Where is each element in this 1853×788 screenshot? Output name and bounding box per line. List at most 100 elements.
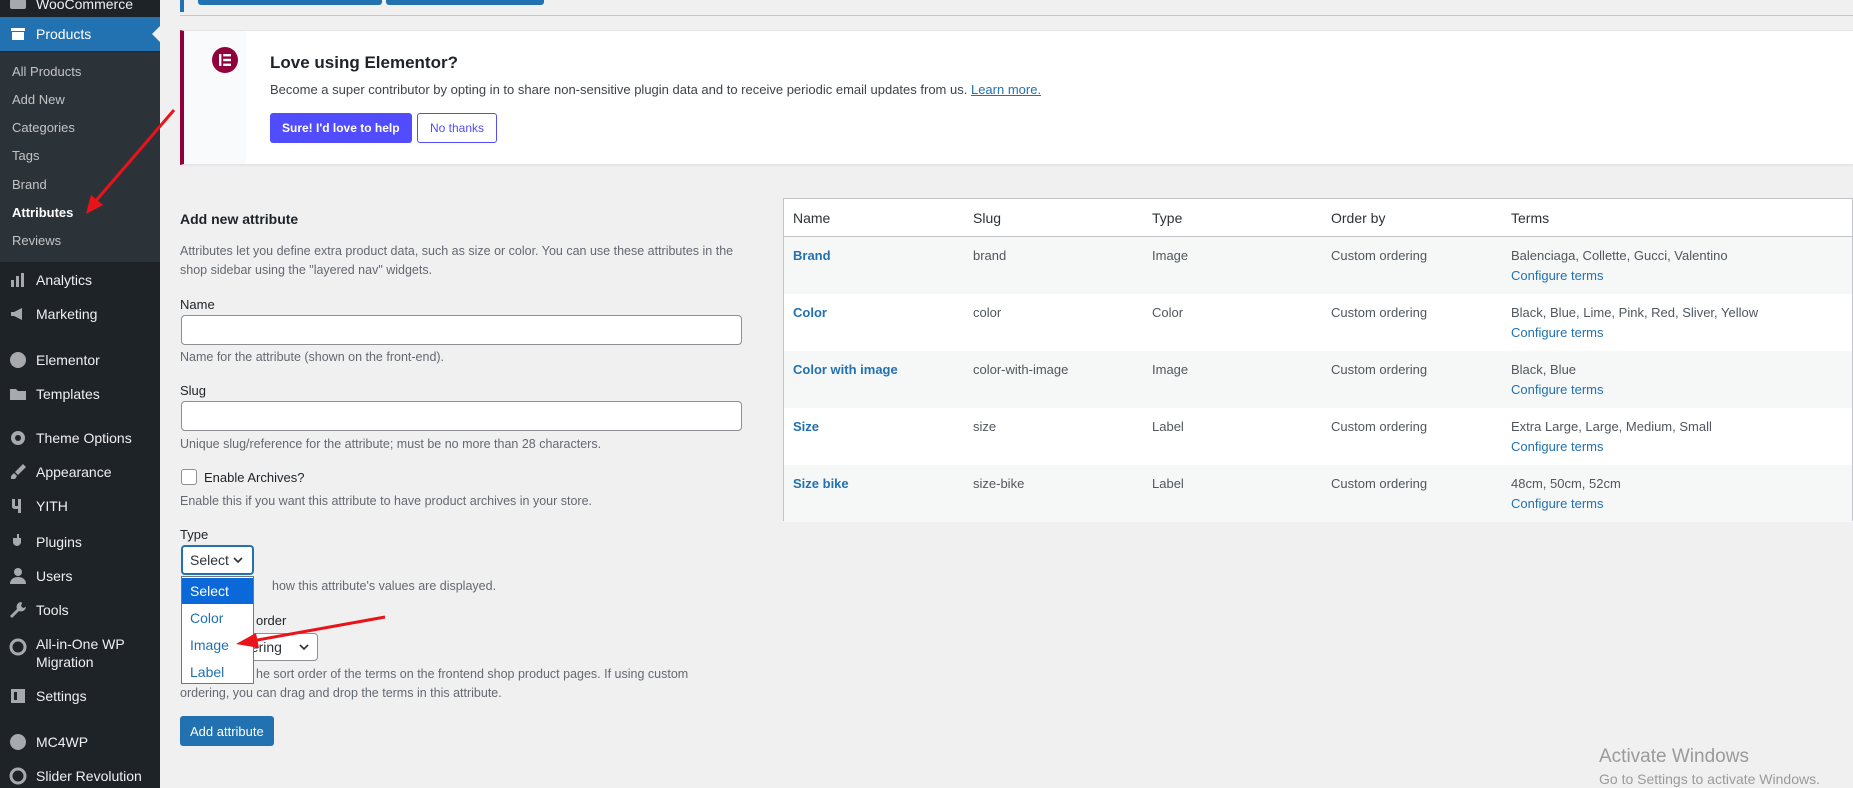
- table-row: Brand brand Image Custom ordering Balenc…: [784, 237, 1852, 294]
- configure-terms-link[interactable]: Configure terms: [1511, 325, 1603, 340]
- menu-yith[interactable]: YITH: [0, 489, 160, 523]
- attribute-name-link[interactable]: Brand: [793, 248, 831, 263]
- attribute-order: Custom ordering: [1331, 476, 1428, 491]
- submenu-brand[interactable]: Brand: [12, 177, 47, 192]
- attribute-name-link[interactable]: Size bike: [793, 476, 849, 491]
- attribute-order: Custom ordering: [1331, 419, 1428, 434]
- submenu-add-new[interactable]: Add New: [12, 92, 65, 107]
- menu-slider-revolution[interactable]: Slider Revolution: [0, 759, 160, 788]
- menu-label-block: All-in-One WP Migration: [36, 635, 125, 671]
- type-help: how this attribute's values are displaye…: [272, 579, 497, 593]
- menu-tools[interactable]: Tools: [0, 593, 160, 627]
- enable-archives-label: Enable Archives?: [204, 470, 305, 485]
- learn-more-link[interactable]: Learn more.: [971, 82, 1041, 97]
- attribute-order: Custom ordering: [1331, 305, 1428, 320]
- menu-label: Elementor: [36, 352, 100, 368]
- migration-icon: [0, 635, 36, 657]
- configure-terms-link[interactable]: Configure terms: [1511, 496, 1603, 511]
- products-icon: [0, 24, 36, 44]
- slug-input[interactable]: [181, 401, 742, 431]
- attribute-name-link[interactable]: Color: [793, 305, 827, 320]
- submenu-tags[interactable]: Tags: [12, 148, 39, 163]
- submenu-reviews[interactable]: Reviews: [12, 233, 61, 248]
- submenu-categories[interactable]: Categories: [12, 120, 75, 135]
- enable-archives-checkbox[interactable]: [181, 469, 197, 485]
- table-row: Size bike size-bike Label Custom orderin…: [784, 465, 1852, 522]
- menu-theme-options[interactable]: Theme Options: [0, 421, 160, 455]
- attribute-slug: size: [973, 419, 997, 434]
- windows-activation-title: Activate Windows: [1599, 746, 1749, 767]
- type-option-image[interactable]: Image: [182, 632, 253, 658]
- attribute-terms: Black, Blue: [1511, 362, 1577, 377]
- megaphone-icon: [0, 304, 36, 324]
- configure-terms-link[interactable]: Configure terms: [1511, 382, 1603, 397]
- attribute-order: Custom ordering: [1331, 362, 1428, 377]
- attribute-slug: color-with-image: [973, 362, 1069, 377]
- menu-label: Theme Options: [36, 430, 132, 446]
- top-button-left[interactable]: [198, 0, 382, 5]
- menu-appearance[interactable]: Appearance: [0, 455, 160, 489]
- table-row: Size size Label Custom ordering Extra La…: [784, 408, 1852, 465]
- woocommerce-icon: [0, 0, 36, 14]
- name-label: Name: [180, 297, 215, 312]
- brush-icon: [0, 462, 36, 482]
- menu-label: YITH: [36, 498, 68, 514]
- slug-help: Unique slug/reference for the attribute;…: [180, 437, 602, 451]
- attribute-type: Label: [1152, 419, 1184, 434]
- type-select-value: Select: [190, 552, 229, 568]
- chevron-down-icon: [299, 644, 309, 651]
- opt-in-button[interactable]: Sure! I'd love to help: [270, 113, 412, 143]
- top-button-right[interactable]: [386, 0, 544, 5]
- settings-icon: [0, 686, 36, 706]
- wrench-icon: [0, 600, 36, 620]
- menu-all-in-one-migration[interactable]: All-in-One WP Migration: [0, 635, 160, 679]
- name-help: Name for the attribute (shown on the fro…: [180, 350, 445, 364]
- menu-mc4wp[interactable]: MC4WP: [0, 725, 160, 759]
- menu-settings[interactable]: Settings: [0, 679, 160, 713]
- type-option-label[interactable]: Label: [182, 659, 253, 685]
- products-submenu: All Products Add New Categories Tags Bra…: [0, 52, 160, 262]
- attribute-order: Custom ordering: [1331, 248, 1428, 263]
- no-thanks-button[interactable]: No thanks: [417, 113, 498, 143]
- elementor-notice: Love using Elementor? Become a super con…: [180, 30, 1853, 165]
- type-option-select[interactable]: Select: [182, 578, 253, 604]
- table-row: Color with image color-with-image Image …: [784, 351, 1852, 408]
- order-help-line1: he sort order of the terms on the fronte…: [256, 667, 689, 681]
- attribute-terms: 48cm, 50cm, 52cm: [1511, 476, 1621, 491]
- menu-analytics[interactable]: Analytics: [0, 263, 160, 297]
- attribute-name-link[interactable]: Color with image: [793, 362, 898, 377]
- attribute-name-link[interactable]: Size: [793, 419, 819, 434]
- notice-text-body: Become a super contributor by opting in …: [270, 82, 968, 97]
- menu-label: Plugins: [36, 534, 82, 550]
- chevron-down-icon: [233, 557, 243, 564]
- type-option-color[interactable]: Color: [182, 605, 253, 631]
- admin-sidebar: WooCommerce Products All Products Add Ne…: [0, 0, 160, 788]
- attributes-table: Name Slug Type Order by Terms Brand bran…: [783, 198, 1853, 522]
- type-label: Type: [180, 527, 209, 542]
- menu-plugins[interactable]: Plugins: [0, 525, 160, 559]
- name-input[interactable]: [181, 315, 742, 345]
- configure-terms-link[interactable]: Configure terms: [1511, 439, 1603, 454]
- add-attribute-heading: Add new attribute: [180, 211, 299, 227]
- configure-terms-link[interactable]: Configure terms: [1511, 268, 1603, 283]
- top-notice-remnant: [180, 0, 1853, 16]
- attribute-terms: Balenciaga, Collette, Gucci, Valentino: [1511, 248, 1728, 263]
- menu-label: Analytics: [36, 272, 93, 288]
- submenu-all-products[interactable]: All Products: [12, 64, 81, 79]
- add-attribute-button[interactable]: Add attribute: [180, 716, 274, 746]
- attribute-slug: color: [973, 305, 1002, 320]
- menu-elementor[interactable]: Elementor: [0, 343, 160, 377]
- user-icon: [0, 566, 36, 586]
- submenu-attributes[interactable]: Attributes: [12, 205, 73, 220]
- menu-label: Tools: [36, 602, 69, 618]
- table-row: Color color Color Custom ordering Black,…: [784, 294, 1852, 351]
- menu-users[interactable]: Users: [0, 559, 160, 593]
- folder-icon: [0, 384, 36, 404]
- attribute-type: Label: [1152, 476, 1184, 491]
- menu-label: Products: [36, 26, 92, 42]
- analytics-icon: [0, 270, 36, 290]
- menu-products[interactable]: Products: [0, 17, 160, 51]
- menu-templates[interactable]: Templates: [0, 377, 160, 411]
- type-select[interactable]: Select: [181, 545, 254, 575]
- menu-marketing[interactable]: Marketing: [0, 297, 160, 331]
